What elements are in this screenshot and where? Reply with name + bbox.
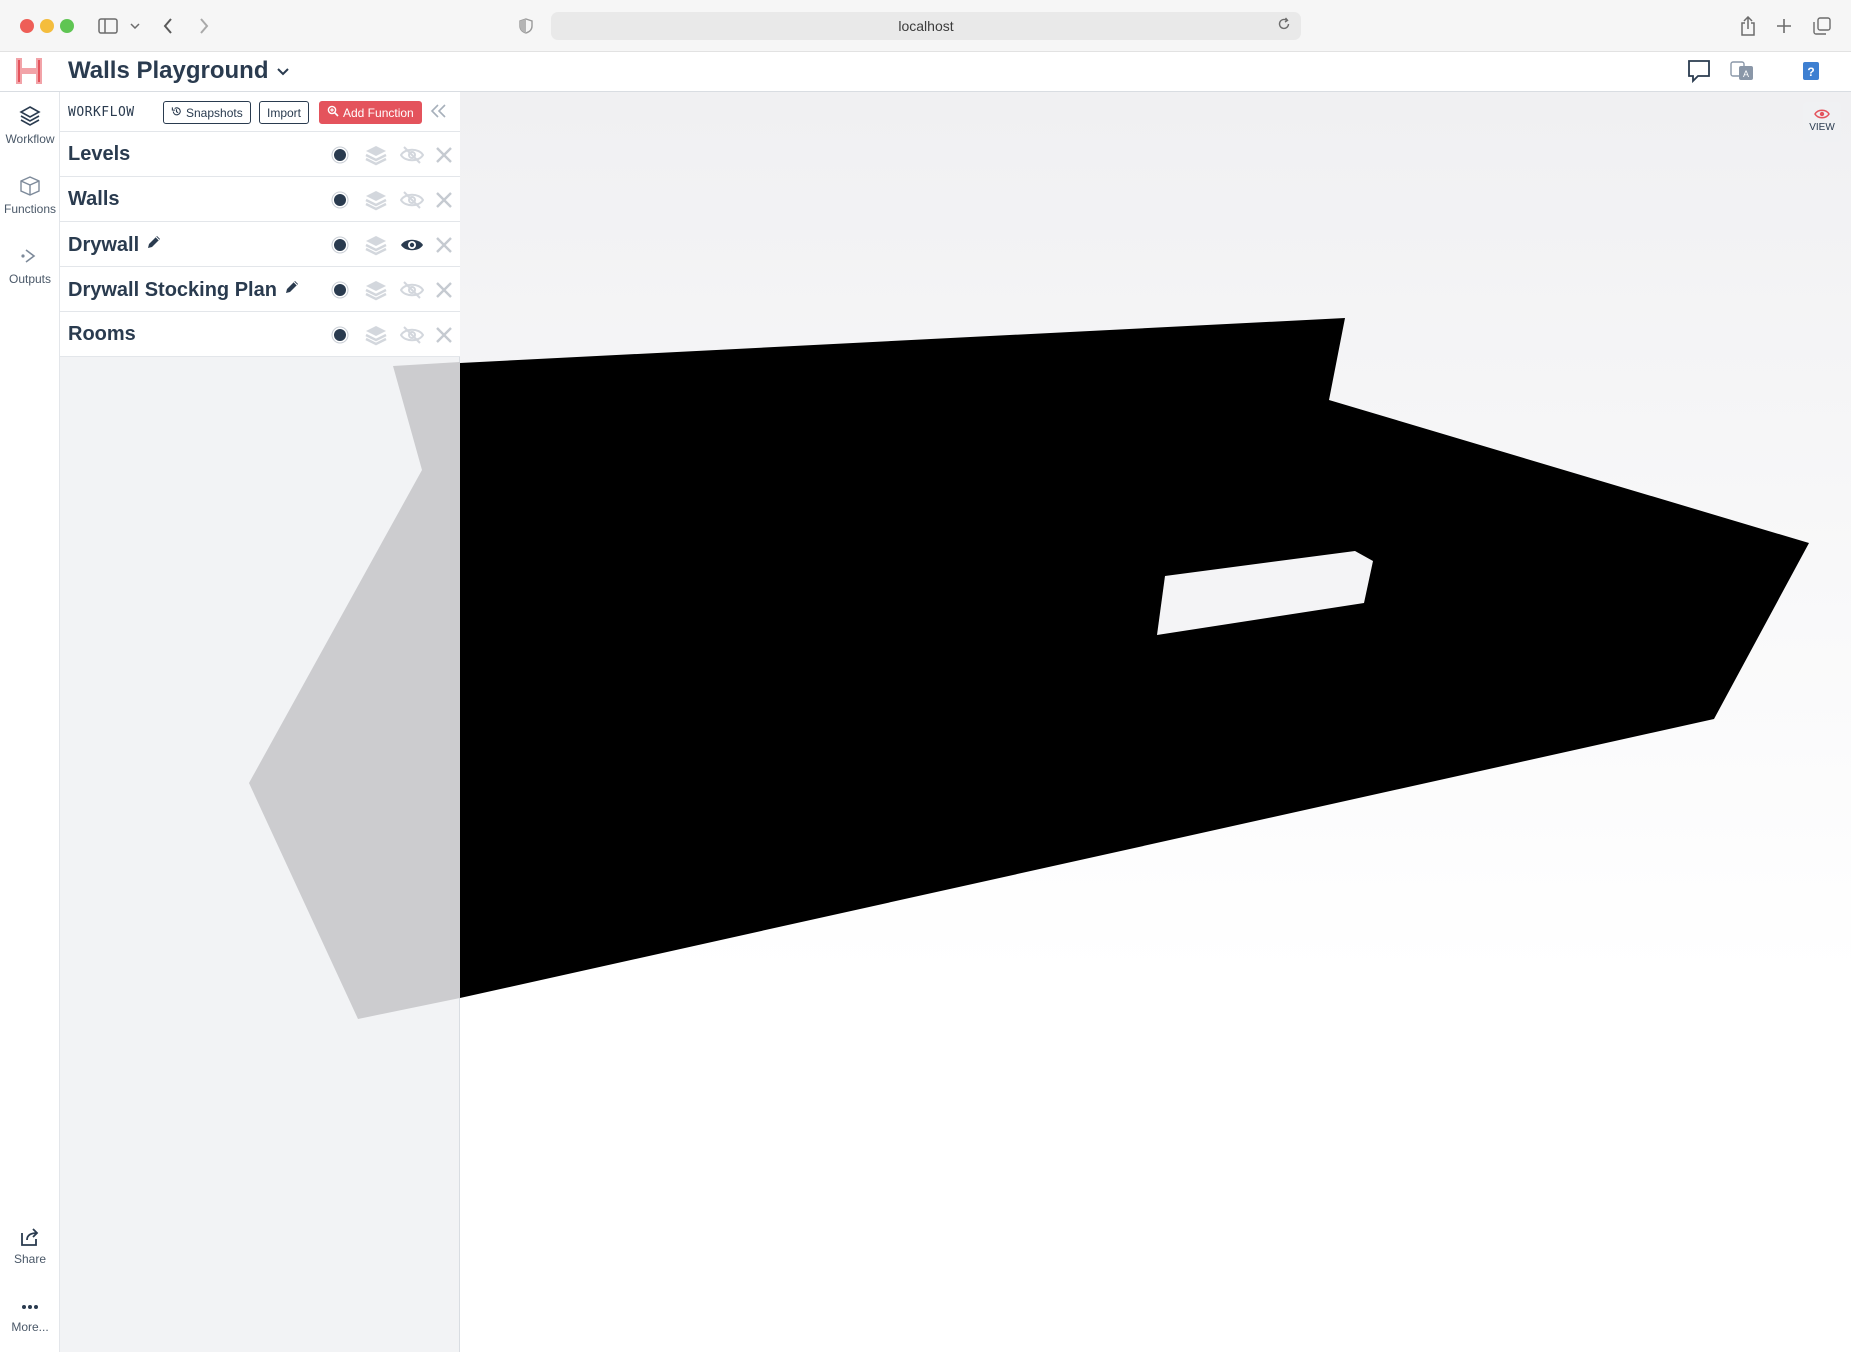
forward-icon[interactable] bbox=[196, 14, 212, 38]
function-row[interactable]: Drywall bbox=[60, 222, 460, 267]
function-actions bbox=[322, 312, 458, 357]
browser-toolbar: localhost bbox=[0, 0, 1851, 52]
collapse-panel-icon[interactable] bbox=[430, 103, 448, 124]
comment-icon[interactable] bbox=[1686, 58, 1712, 89]
eye-slash-icon[interactable] bbox=[394, 267, 430, 312]
sidebar-toggle-icon[interactable] bbox=[96, 14, 120, 38]
function-actions bbox=[322, 222, 458, 267]
function-actions bbox=[322, 267, 458, 312]
eye-slash-icon[interactable] bbox=[394, 177, 430, 222]
rail-item-outputs[interactable]: Outputs bbox=[0, 244, 60, 286]
view-label: VIEW bbox=[1809, 122, 1835, 133]
project-title[interactable]: Walls Playground bbox=[68, 57, 268, 85]
function-actions bbox=[322, 132, 458, 177]
function-actions bbox=[322, 177, 458, 222]
color-dot-icon[interactable] bbox=[322, 222, 358, 267]
rail-label: Workflow bbox=[5, 132, 55, 146]
tab-overview-icon[interactable] bbox=[1812, 14, 1832, 38]
function-label: Levels bbox=[68, 143, 131, 165]
function-list: Levels Walls Drywall Drywall Stocking Plan R… bbox=[60, 132, 460, 357]
hypar-logo[interactable] bbox=[14, 56, 44, 86]
rail-item-functions[interactable]: Functions bbox=[0, 174, 60, 216]
history-icon bbox=[171, 106, 182, 120]
function-row[interactable]: Rooms bbox=[60, 312, 460, 357]
layers-icon bbox=[0, 104, 60, 128]
close-icon[interactable] bbox=[430, 312, 458, 357]
pencil-icon[interactable] bbox=[283, 278, 301, 302]
app-header: Walls Playground A ? bbox=[0, 52, 1851, 92]
left-rail: Workflow Functions Outputs Share More... bbox=[0, 92, 60, 1352]
help-icon[interactable]: ? bbox=[1798, 58, 1824, 89]
function-name: Levels bbox=[68, 143, 130, 166]
translate-icon[interactable]: A bbox=[1729, 58, 1755, 89]
color-dot-icon[interactable] bbox=[322, 132, 358, 177]
svg-text:A: A bbox=[1743, 69, 1749, 79]
chevron-down-icon[interactable] bbox=[276, 64, 290, 82]
rail-label: Functions bbox=[3, 202, 57, 216]
function-name: Drywall bbox=[68, 233, 163, 257]
privacy-shield-icon bbox=[518, 14, 534, 38]
workflow-toolbar: WORKFLOW Snapshots Import Add Function bbox=[60, 92, 460, 132]
pencil-icon[interactable] bbox=[145, 233, 163, 257]
workflow-panel: WORKFLOW Snapshots Import Add Function L… bbox=[60, 92, 460, 1352]
3d-viewport[interactable] bbox=[460, 92, 1851, 1352]
eye-slash-icon[interactable] bbox=[394, 132, 430, 177]
layers-icon[interactable] bbox=[358, 267, 394, 312]
search-plus-icon bbox=[327, 105, 339, 120]
new-tab-icon[interactable] bbox=[1774, 14, 1794, 38]
ellipsis-icon bbox=[0, 1298, 60, 1316]
address-bar[interactable]: localhost bbox=[551, 12, 1301, 40]
eye-icon bbox=[1803, 108, 1841, 120]
rail-label: Share bbox=[13, 1252, 47, 1266]
function-label: Walls bbox=[68, 188, 120, 210]
eye-slash-icon[interactable] bbox=[394, 312, 430, 357]
color-dot-icon[interactable] bbox=[322, 177, 358, 222]
layers-icon[interactable] bbox=[358, 132, 394, 177]
function-name: Rooms bbox=[68, 323, 136, 346]
chevron-down-icon[interactable] bbox=[128, 14, 142, 38]
function-label: Drywall Stocking Plan bbox=[68, 278, 277, 301]
svg-text:?: ? bbox=[1807, 65, 1814, 79]
layers-icon[interactable] bbox=[358, 222, 394, 267]
rail-item-share[interactable]: Share bbox=[0, 1226, 60, 1266]
layers-icon[interactable] bbox=[358, 177, 394, 222]
snapshots-button[interactable]: Snapshots bbox=[163, 101, 251, 124]
outputs-icon bbox=[0, 244, 60, 268]
function-row[interactable]: Drywall Stocking Plan bbox=[60, 267, 460, 312]
add-function-button[interactable]: Add Function bbox=[319, 101, 422, 124]
view-button[interactable]: VIEW bbox=[1803, 102, 1841, 142]
function-name: Drywall Stocking Plan bbox=[68, 278, 301, 302]
workflow-label: WORKFLOW bbox=[68, 105, 135, 120]
rail-item-more[interactable]: More... bbox=[0, 1298, 60, 1334]
function-label: Drywall bbox=[68, 233, 140, 256]
back-icon[interactable] bbox=[160, 14, 176, 38]
zoom-window-button[interactable] bbox=[60, 19, 74, 33]
function-name: Walls bbox=[68, 188, 120, 211]
rail-label: More... bbox=[11, 1320, 49, 1334]
snapshots-label: Snapshots bbox=[186, 105, 243, 120]
close-icon[interactable] bbox=[430, 132, 458, 177]
share-icon bbox=[0, 1226, 60, 1248]
close-window-button[interactable] bbox=[20, 19, 34, 33]
minimize-window-button[interactable] bbox=[40, 19, 54, 33]
box-icon bbox=[0, 174, 60, 198]
function-row[interactable]: Levels bbox=[60, 132, 460, 177]
color-dot-icon[interactable] bbox=[322, 312, 358, 357]
rail-item-workflow[interactable]: Workflow bbox=[0, 104, 60, 146]
share-page-icon[interactable] bbox=[1738, 14, 1758, 38]
import-button[interactable]: Import bbox=[259, 101, 310, 124]
close-icon[interactable] bbox=[430, 267, 458, 312]
layers-icon[interactable] bbox=[358, 312, 394, 357]
reload-icon[interactable] bbox=[1277, 17, 1291, 34]
add-function-label: Add Function bbox=[343, 105, 414, 120]
eye-icon[interactable] bbox=[394, 222, 430, 267]
close-icon[interactable] bbox=[430, 177, 458, 222]
color-dot-icon[interactable] bbox=[322, 267, 358, 312]
rail-label: Outputs bbox=[8, 272, 52, 286]
close-icon[interactable] bbox=[430, 222, 458, 267]
import-label: Import bbox=[267, 105, 302, 120]
function-label: Rooms bbox=[68, 323, 136, 345]
url-text: localhost bbox=[898, 18, 954, 34]
function-row[interactable]: Walls bbox=[60, 177, 460, 222]
